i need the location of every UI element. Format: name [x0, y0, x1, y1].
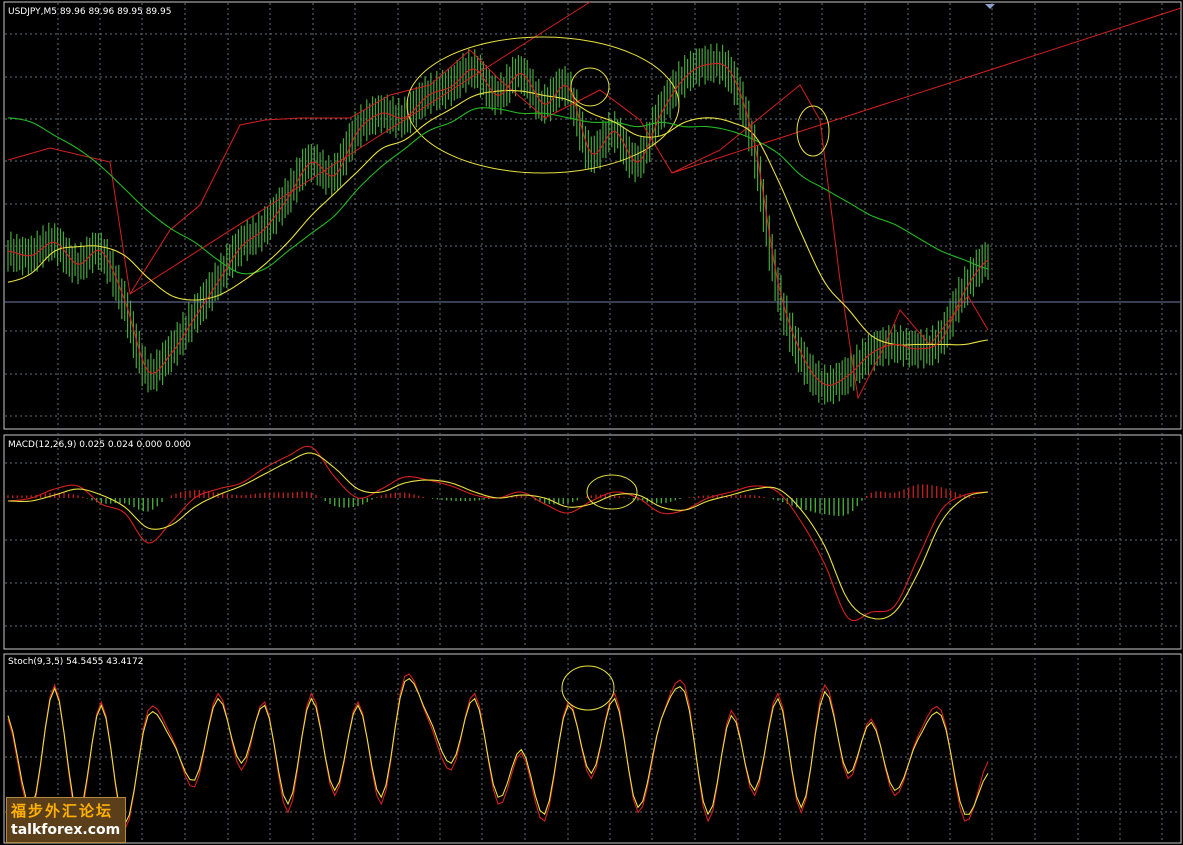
macd-panel-label: MACD(12,26,9) 0.025 0.024 0.000 0.000: [8, 440, 191, 450]
watermark-logo: 福步外汇论坛 talkforex.com: [6, 797, 126, 843]
price-panel-label: USDJPY,M5 89.96 89.96 89.95 89.95: [8, 7, 171, 17]
stoch-panel-label: Stoch(9,3,5) 54.5455 43.4172: [8, 657, 143, 667]
chart-canvas: USDJPY,M5 89.96 89.96 89.95 89.95 MACD(1…: [0, 0, 1183, 845]
